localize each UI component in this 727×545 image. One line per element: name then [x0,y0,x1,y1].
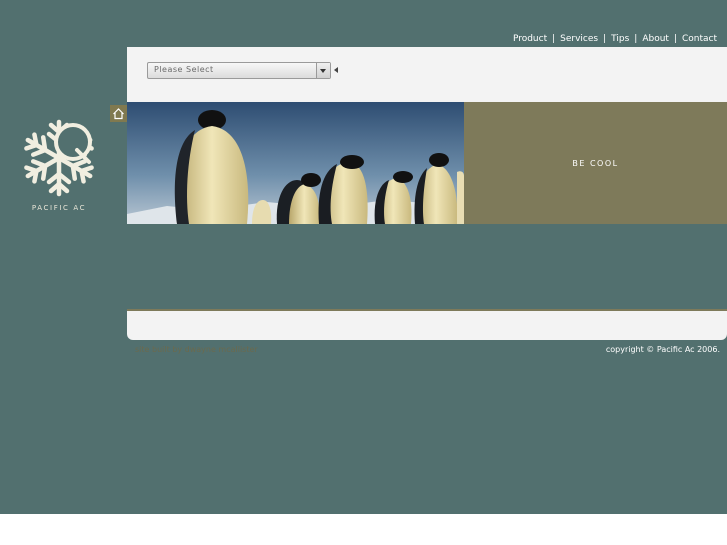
nav-link-contact[interactable]: Contact [682,34,717,44]
page-background: Product | Services | Tips | About | Contact [0,0,727,514]
chevron-down-icon[interactable] [316,63,330,78]
top-nav: Product | Services | Tips | About | Contact [513,34,717,44]
bottom-panel [127,311,727,340]
snowflake-icon [17,119,101,200]
brand-logo[interactable]: PACIFIC AC [14,116,104,216]
top-panel: Please Select [127,47,727,102]
nav-separator: | [603,34,607,44]
tagline-panel: BE COOL [464,102,727,224]
copyright-text: copyright © Pacific Ac 2006. [605,345,720,354]
select-value: Please Select [154,65,214,74]
arrow-left-icon[interactable] [334,67,338,73]
nav-separator: | [673,34,677,44]
penguins-illustration [127,102,464,224]
home-icon [113,108,124,120]
nav-link-about[interactable]: About [642,34,669,44]
site-credit-link[interactable]: site built by dwayne mcallister [135,345,258,354]
nav-link-product[interactable]: Product [513,34,547,44]
tagline-text: BE COOL [572,159,619,168]
nav-link-tips[interactable]: Tips [611,34,629,44]
nav-link-services[interactable]: Services [560,34,598,44]
brand-name: PACIFIC AC [31,204,87,212]
penguins-photo [127,102,464,224]
nav-separator: | [634,34,638,44]
home-button[interactable] [110,105,127,122]
product-select[interactable]: Please Select [147,62,331,79]
nav-separator: | [552,34,556,44]
